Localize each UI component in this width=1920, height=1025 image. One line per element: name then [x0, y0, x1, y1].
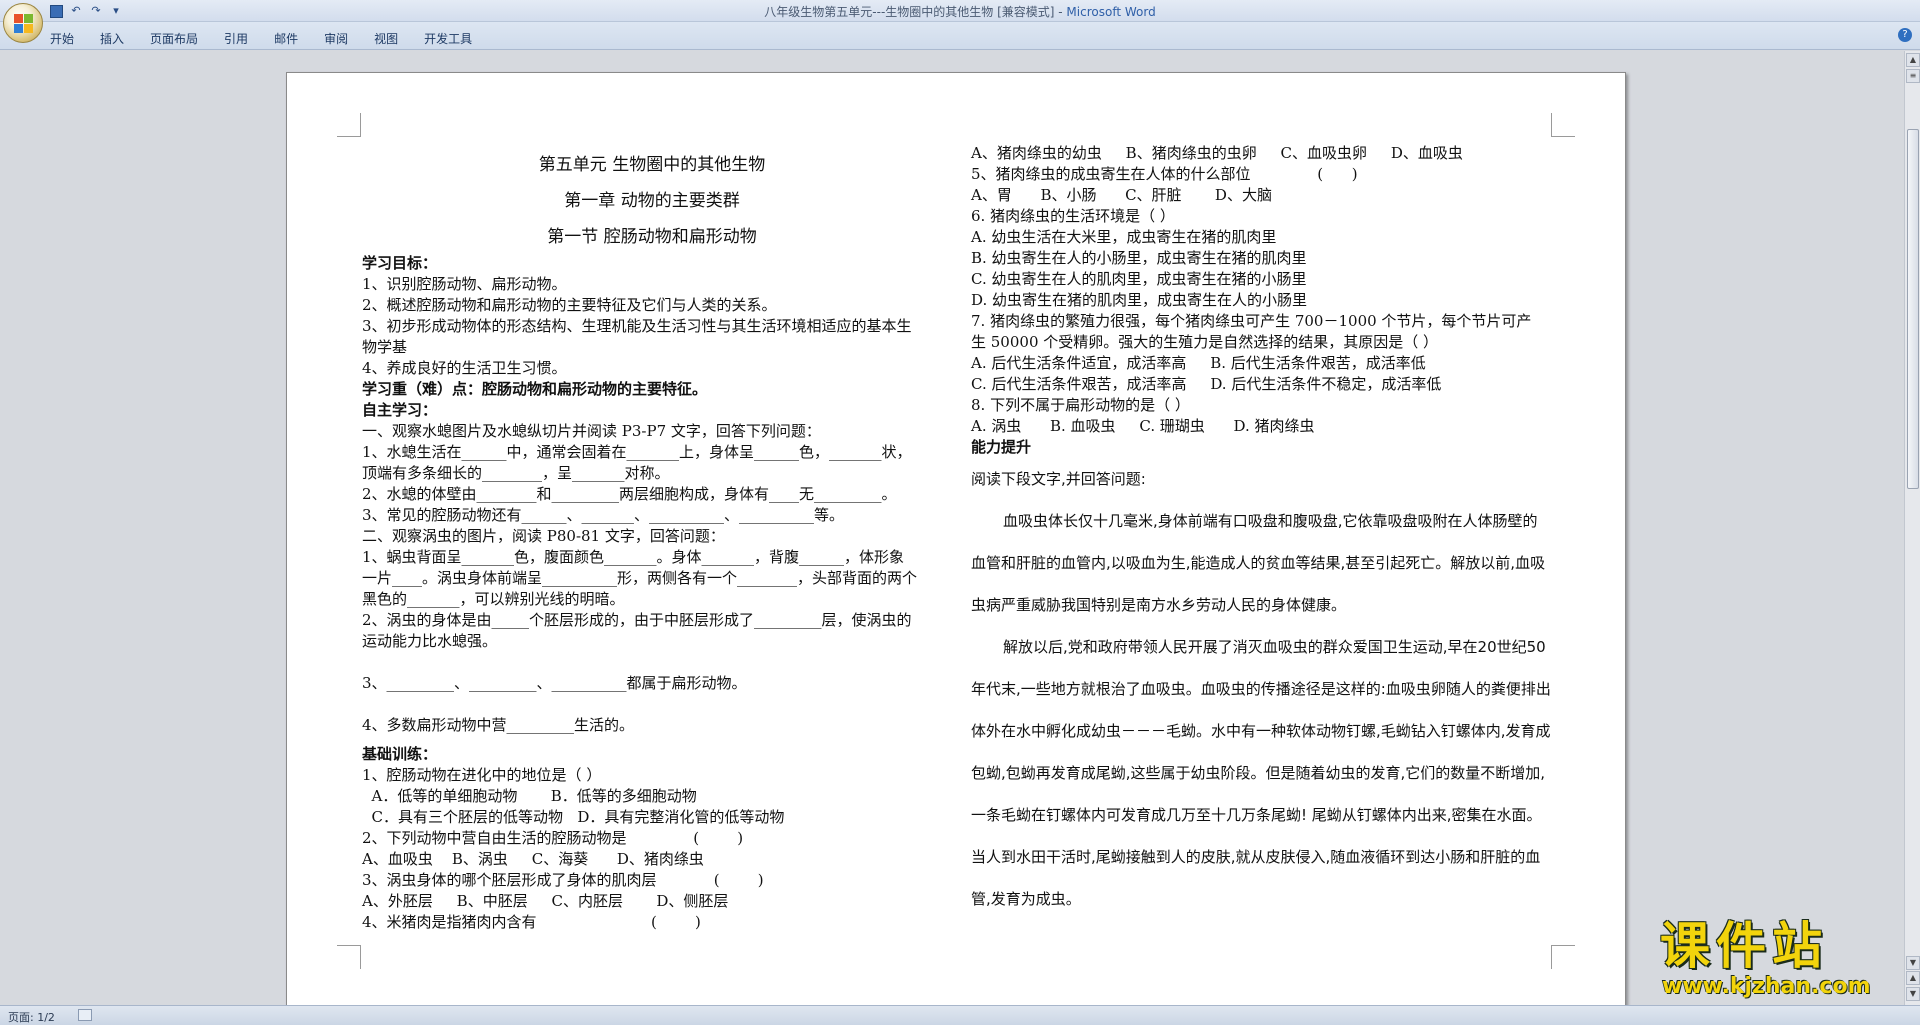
text-line: 顶端有多条细长的________，呈_______对称。 [362, 464, 670, 482]
crop-mark [1551, 113, 1575, 137]
heading-key-points: 学习重（难）点：腔肠动物和扁形动物的主要特征。 [362, 380, 708, 398]
option-line: D. 幼虫寄生在猪的肌肉里，成虫寄生在人的小肠里 [971, 291, 1308, 309]
help-icon[interactable]: ? [1898, 28, 1912, 42]
chapter-title: 第一章 动物的主要类群 [564, 191, 740, 211]
tab-insert[interactable]: 插入 [100, 30, 124, 47]
text-line: 3、_________、_________、__________都属于扁形动物。 [362, 674, 747, 692]
text-line: 2、涡虫的身体是由_____个胚层形成的，由于中胚层形成了_________层，… [362, 611, 912, 629]
option-line: B. 幼虫寄生在人的小肠里，成虫寄生在猪的肌肉里 [971, 249, 1307, 267]
left-column: 第五单元 生物圈中的其他生物 第一章 动物的主要类群 第一节 腔肠动物和扁形动物… [362, 153, 942, 933]
text-line: 2、水螅的体壁由________和_________两层细胞构成，身体有____… [362, 485, 897, 503]
quick-access-toolbar: ↶ ↷ ▾ [50, 3, 123, 19]
office-logo-icon [14, 14, 34, 34]
question-line: 3、涡虫身体的哪个胚层形成了身体的肌肉层 ( ) [362, 871, 764, 889]
heading-basic-training: 基础训练： [362, 745, 438, 763]
heading-objectives: 学习目标： [362, 254, 438, 272]
status-bar: 页面: 1/2 [0, 1005, 1920, 1025]
text-line: 1、蜗虫背面呈_______色，腹面颜色_______。身体_______，背腹… [362, 548, 905, 566]
section-title: 第一节 腔肠动物和扁形动物 [547, 227, 757, 247]
scroll-up-icon[interactable]: ▲ [1906, 53, 1920, 67]
next-page-icon[interactable]: ▼ [1906, 987, 1920, 1001]
question-line: 5、猪肉绦虫的成虫寄生在人体的什么部位 ( ) [971, 165, 1358, 183]
question-line: 4、米猪肉是指猪肉内含有 ( ) [362, 913, 701, 931]
question-line: 8. 下列不属于扁形动物的是（ ） [971, 396, 1190, 414]
undo-icon[interactable]: ↶ [69, 4, 83, 18]
question-line: 7. 猪肉绦虫的繁殖力很强，每个猪肉绦虫可产生 700－1000 个节片，每个节… [971, 312, 1532, 330]
tab-references[interactable]: 引用 [224, 30, 248, 47]
save-icon[interactable] [50, 4, 63, 18]
previous-page-icon[interactable]: ▲ [1906, 971, 1920, 985]
reading-instruction: 阅读下段文字,并回答问题: [971, 470, 1146, 488]
option-line: A. 后代生活条件适宜，成活率高 B. 后代生活条件艰苦，成活率低 [971, 354, 1426, 372]
ribbon-tab-bar: 开始 插入 页面布局 引用 邮件 审阅 视图 开发工具 ? [0, 22, 1920, 50]
option-line: A. 涡虫 B. 血吸虫 C. 珊瑚虫 D. 猪肉绦虫 [971, 417, 1315, 435]
app-name: Microsoft Word [1066, 5, 1156, 19]
unit-title: 第五单元 生物圈中的其他生物 [538, 155, 766, 175]
tab-view[interactable]: 视图 [374, 30, 398, 47]
option-line: A. 幼虫生活在大米里，成虫寄生在猪的肌肉里 [971, 228, 1277, 246]
document-workspace: 第五单元 生物圈中的其他生物 第一章 动物的主要类群 第一节 腔肠动物和扁形动物… [0, 51, 1904, 1022]
passage-paragraph: 血吸虫体长仅十几毫米,身体前端有口吸盘和腹吸盘,它依靠吸盘吸附在人体肠壁的血管和… [971, 512, 1546, 614]
text-line: 1、水螅生活在______中，通常会固着在_______上，身体呈______色… [362, 443, 912, 461]
watermark-text: 课件站 [1660, 917, 1828, 975]
tab-page-layout[interactable]: 页面布局 [150, 30, 198, 47]
title-bar: 八年级生物第五单元---生物圈中的其他生物 [兼容模式] - Microsoft… [0, 0, 1920, 22]
text-line: 黑色的_______，可以辨别光线的明暗。 [362, 590, 625, 608]
heading-self-study: 自主学习： [362, 401, 438, 419]
proofing-icon[interactable] [78, 1009, 92, 1021]
crop-mark [337, 945, 361, 969]
question-line: 1、腔肠动物在进化中的地位是（ ） [362, 766, 602, 784]
text-line: 4、多数扁形动物中营_________生活的。 [362, 716, 635, 734]
option-line: A、血吸虫 B、涡虫 C、海葵 D、猪肉绦虫 [362, 850, 704, 868]
tab-review[interactable]: 审阅 [324, 30, 348, 47]
passage-paragraph: 解放以后,党和政府带领人民开展了消灭血吸虫的群众爱国卫生运动,早在20世纪50年… [971, 638, 1551, 908]
text-line: 3、常见的腔肠动物还有______、_______、__________、___… [362, 506, 845, 524]
option-line: A、外胚层 B、中胚层 C、内胚层 D、侧胚层 [362, 892, 729, 910]
redo-icon[interactable]: ↷ [89, 4, 103, 18]
tab-developer[interactable]: 开发工具 [424, 30, 472, 47]
ruler-toggle-icon[interactable]: ≡ [1906, 69, 1920, 83]
text-line: 一、观察水螅图片及水螅纵切片并阅读 P3-P7 文字，回答下列问题： [362, 422, 821, 440]
vertical-scrollbar[interactable]: ▲ ≡ ▼ ▲ ▼ [1904, 51, 1920, 1005]
watermark-url: www.kjzhan.com [1662, 974, 1871, 999]
question-line: 6. 猪肉绦虫的生活环境是（ ） [971, 207, 1175, 225]
text-line: 4、养成良好的生活卫生习惯。 [362, 359, 567, 377]
crop-mark [337, 113, 361, 137]
text-line: 2、概述腔肠动物和扁形动物的主要特征及它们与人类的关系。 [362, 296, 777, 314]
option-line: C. 后代生活条件艰苦，成活率高 D. 后代生活条件不稳定，成活率低 [971, 375, 1442, 393]
tab-home[interactable]: 开始 [50, 30, 74, 47]
question-line: 2、下列动物中营自由生活的腔肠动物是 ( ) [362, 829, 744, 847]
option-line: A、胃 B、小肠 C、肝脏 D、大脑 [971, 186, 1272, 204]
text-line: 二、观察涡虫的图片，阅读 P80-81 文字，回答问题： [362, 527, 725, 545]
text-line: 一片____。涡虫身体前端呈__________形，两侧各有一个________… [362, 569, 918, 587]
document-page[interactable]: 第五单元 生物圈中的其他生物 第一章 动物的主要类群 第一节 腔肠动物和扁形动物… [286, 72, 1626, 1022]
watermark-logo: 课件站 www.kjzhan.com [1660, 918, 1900, 1004]
scroll-down-icon[interactable]: ▼ [1906, 956, 1920, 970]
crop-mark [1551, 945, 1575, 969]
question-line: 生 50000 个受精卵。强大的生殖力是自然选择的结果，其原因是（ ） [971, 333, 1439, 351]
heading-ability: 能力提升 [971, 438, 1032, 456]
customize-toolbar-icon[interactable]: ▾ [109, 4, 123, 18]
document-title: 八年级生物第五单元---生物圈中的其他生物 [兼容模式] - [764, 5, 1067, 19]
tab-mailings[interactable]: 邮件 [274, 30, 298, 47]
window-title: 八年级生物第五单元---生物圈中的其他生物 [兼容模式] - Microsoft… [0, 3, 1920, 20]
text-line: 物学基 [362, 338, 408, 356]
right-column: A、猪肉绦虫的幼虫 B、猪肉绦虫的虫卵 C、血吸虫卵 D、血吸虫 5、猪肉绦虫的… [971, 143, 1571, 920]
option-line: C．具有三个胚层的低等动物 D．具有完整消化管的低等动物 [362, 808, 785, 826]
text-line: 运动能力比水螅强。 [362, 632, 498, 650]
scroll-thumb[interactable] [1907, 129, 1919, 489]
option-line: A．低等的单细胞动物 B．低等的多细胞动物 [362, 787, 697, 805]
text-line: 1、识别腔肠动物、扁形动物。 [362, 275, 567, 293]
office-button[interactable] [3, 3, 43, 43]
option-line: C. 幼虫寄生在人的肌肉里，成虫寄生在猪的小肠里 [971, 270, 1307, 288]
text-line: 3、初步形成动物体的形态结构、生理机能及生活习性与其生活环境相适应的基本生 [362, 317, 912, 335]
page-indicator[interactable]: 页面: 1/2 [8, 1009, 55, 1025]
option-line: A、猪肉绦虫的幼虫 B、猪肉绦虫的虫卵 C、血吸虫卵 D、血吸虫 [971, 144, 1463, 162]
